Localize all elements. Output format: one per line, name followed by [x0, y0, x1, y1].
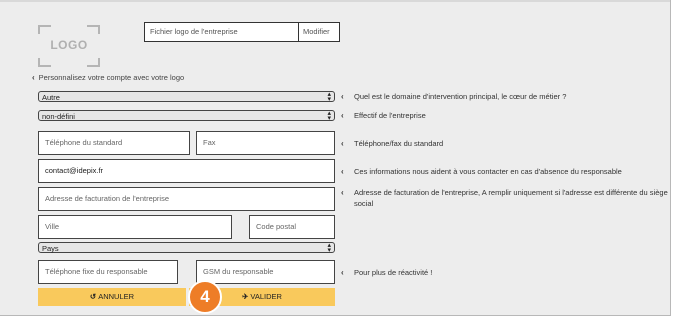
chevron-left-icon: ‹ [341, 268, 344, 277]
phone-help: ‹ Téléphone/fax du standard [341, 138, 676, 149]
country-select[interactable]: Pays ▴ ▾ [38, 241, 335, 254]
chevron-left-icon: ‹ [341, 139, 344, 148]
manager-gsm-input[interactable]: GSM du responsable [196, 260, 335, 284]
chevron-left-icon: ‹ [341, 167, 344, 176]
postal-code-input[interactable]: Code postal [249, 215, 335, 239]
select-arrows-icon: ▴ ▾ [327, 109, 331, 122]
logo-file-field[interactable]: Fichier logo de l'entreprise [144, 22, 299, 42]
frame-corner [38, 58, 51, 67]
frame-corner [87, 25, 100, 34]
manager-help: ‹ Pour plus de réactivité ! [341, 267, 676, 278]
chevron-left-icon: ‹ [341, 92, 344, 101]
undo-icon: ↺ [89, 292, 97, 301]
logo-hint-text: Personnalisez votre compte avec votre lo… [38, 73, 185, 82]
email-help: ‹ Ces informations nous aident à vous co… [341, 166, 676, 177]
domain-select[interactable]: Autre ▴ ▾ [38, 90, 335, 103]
modify-logo-button[interactable]: Modifier [299, 22, 340, 42]
form-panel: LOGO Fichier logo de l'entreprise Modifi… [0, 0, 671, 316]
select-arrows-icon: ▴ ▾ [327, 90, 331, 103]
frame-corner [38, 25, 51, 34]
chevron-left-icon: ‹ [32, 73, 35, 82]
staff-select-value: non-défini [42, 112, 75, 121]
select-arrows-icon: ▴ ▾ [327, 241, 331, 254]
billing-address-input[interactable]: Adresse de facturation de l'entreprise [38, 187, 335, 211]
country-select-value: Pays [42, 244, 59, 253]
logo-file-picker: Fichier logo de l'entreprise Modifier [144, 22, 340, 42]
cancel-button-label: ANNULER [98, 292, 135, 301]
email-help-text: Ces informations nous aident à vous cont… [354, 167, 622, 176]
manager-phone-input[interactable]: Téléphone fixe du responsable [38, 260, 178, 284]
logo-placeholder-text: LOGO [50, 38, 88, 52]
logo-placeholder: LOGO [38, 25, 100, 67]
domain-help: ‹ Quel est le domaine d'intervention pri… [341, 91, 676, 102]
staff-help: ‹ Effectif de l'entreprise [341, 110, 676, 121]
chevron-left-icon: ‹ [341, 188, 344, 197]
validate-button-label: VALIDER [250, 292, 282, 301]
chevron-left-icon: ‹ [341, 111, 344, 120]
cancel-button[interactable]: ↺ ANNULER [38, 288, 186, 306]
staff-select[interactable]: non-défini ▴ ▾ [38, 109, 335, 122]
domain-help-text: Quel est le domaine d'intervention princ… [354, 92, 567, 101]
staff-help-text: Effectif de l'entreprise [354, 111, 426, 120]
step-badge: 4 [188, 280, 222, 314]
billing-help-text: Adresse de facturation de l'entreprise, … [354, 188, 668, 208]
frame-corner [87, 58, 100, 67]
phone-help-text: Téléphone/fax du standard [354, 139, 444, 148]
phone-input[interactable]: Téléphone du standard [38, 131, 190, 155]
send-icon: ✈ [242, 292, 249, 301]
top-divider [0, 0, 670, 2]
email-input[interactable]: contact@idepix.fr [38, 159, 335, 183]
manager-help-text: Pour plus de réactivité ! [354, 268, 433, 277]
billing-help: ‹ Adresse de facturation de l'entreprise… [341, 187, 676, 209]
city-input[interactable]: Ville [38, 215, 232, 239]
logo-hint: ‹ Personnalisez votre compte avec votre l… [32, 73, 184, 82]
fax-input[interactable]: Fax [196, 131, 335, 155]
domain-select-value: Autre [42, 93, 60, 102]
